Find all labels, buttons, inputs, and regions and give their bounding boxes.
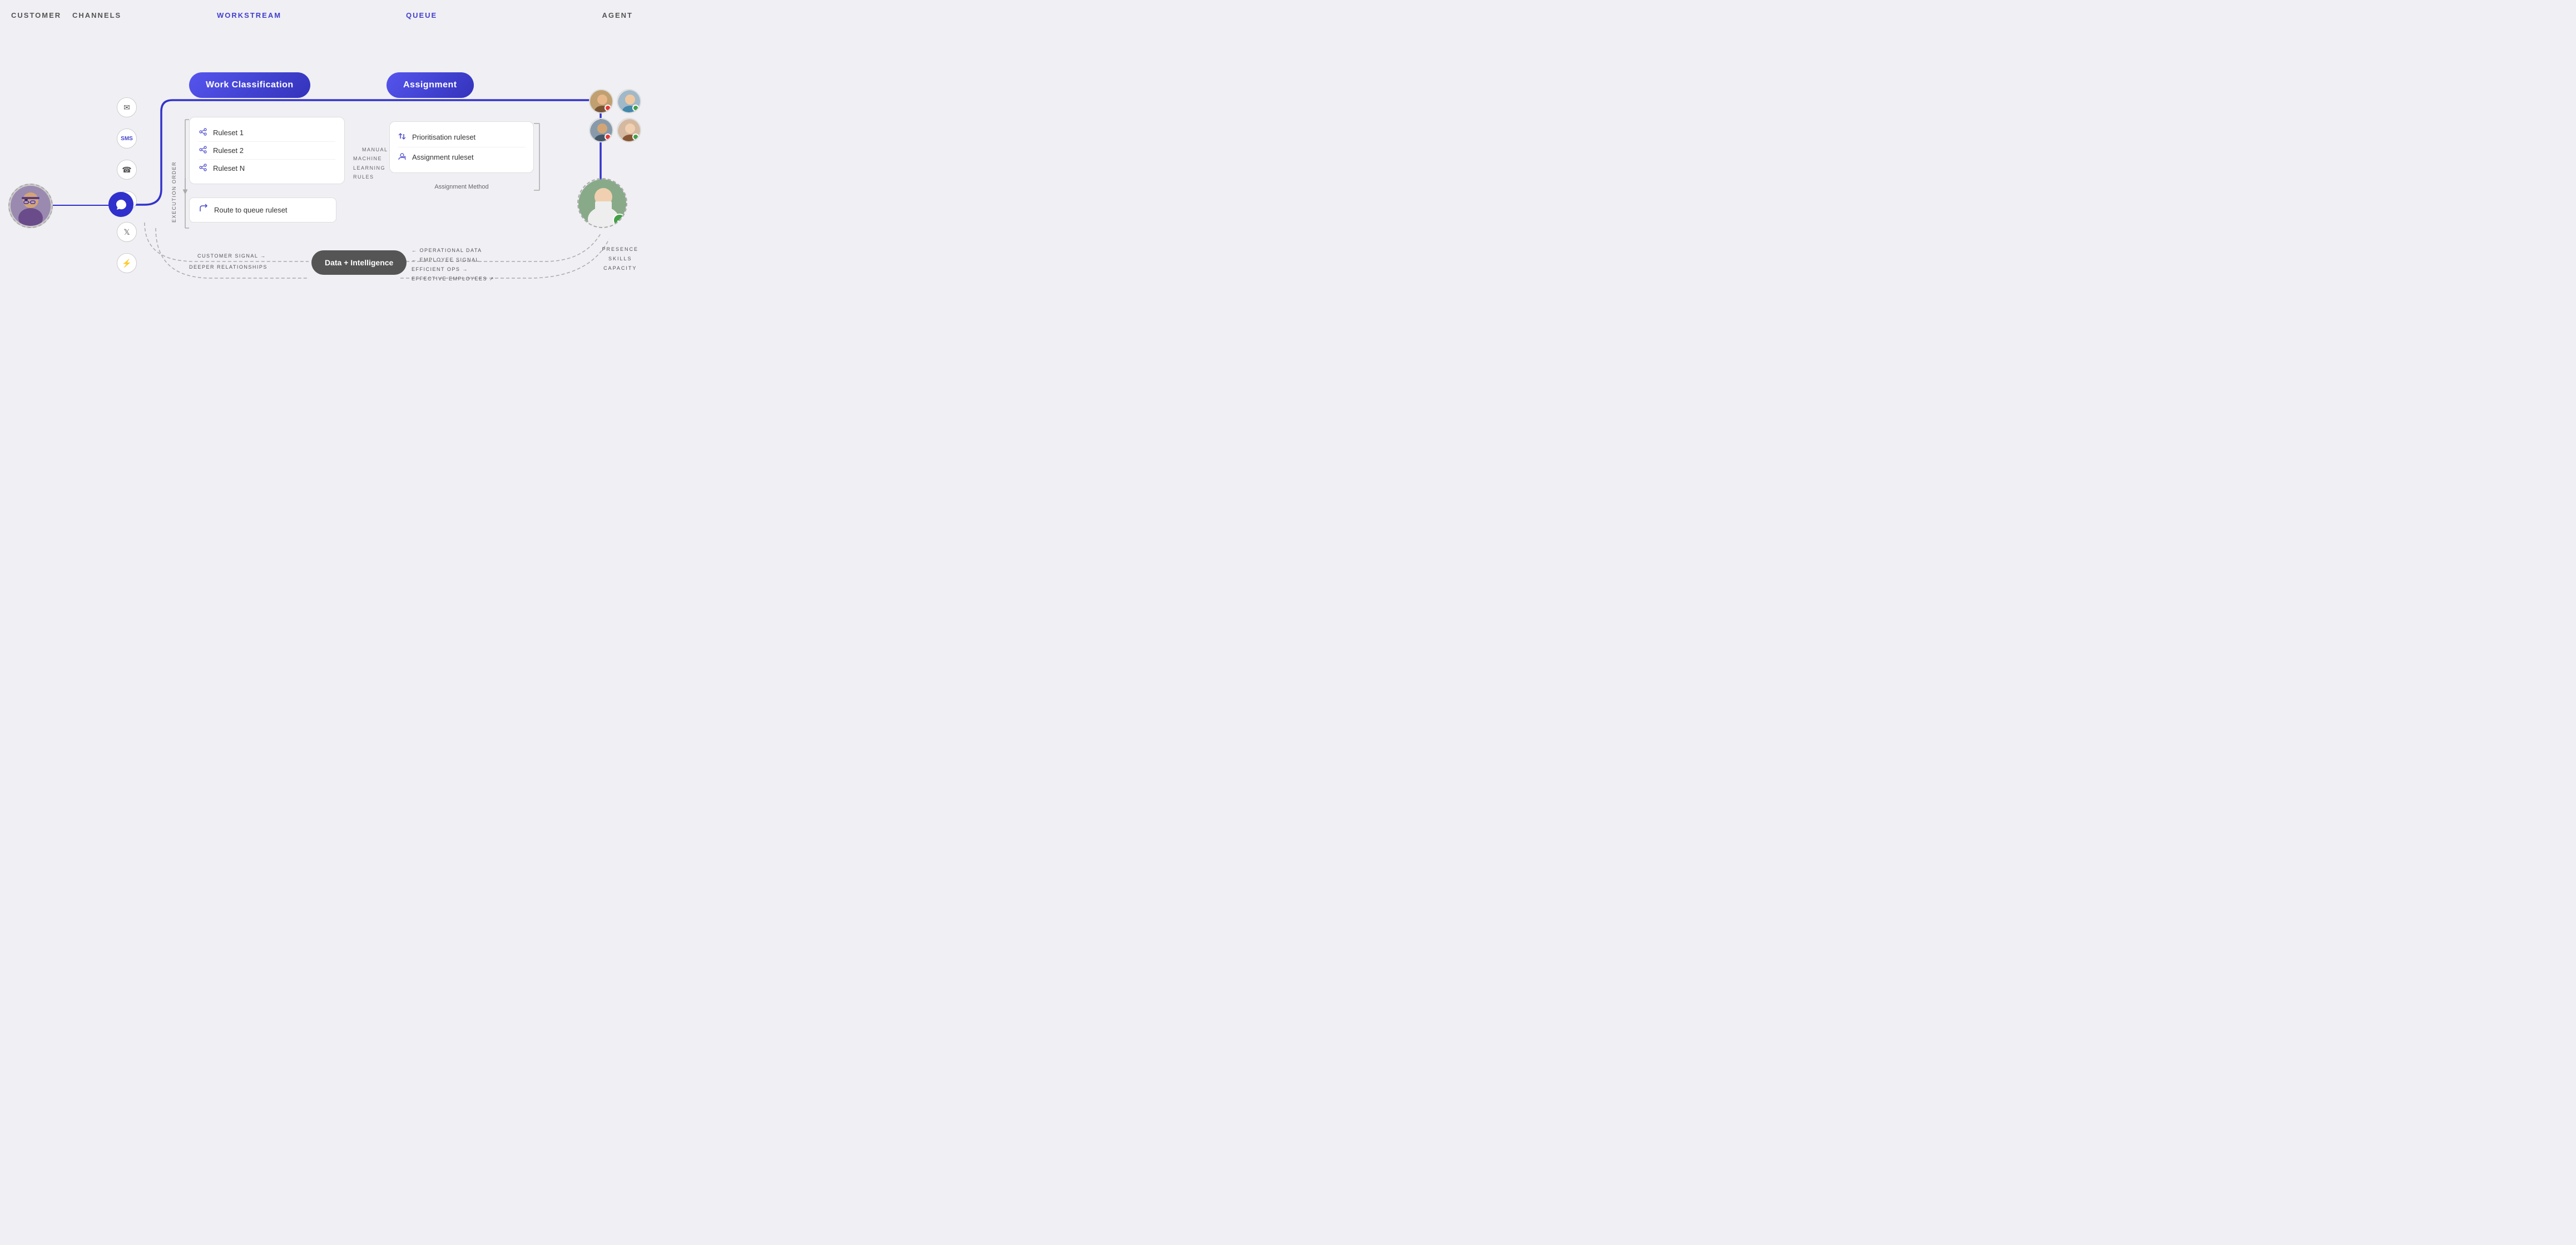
- assignment-ruleset-icon: [398, 152, 407, 162]
- agent-4-status: [632, 134, 639, 140]
- assignment-method-label: Assignment Method: [409, 184, 514, 190]
- execution-order-label: Execution order: [171, 161, 177, 223]
- agent-row-1: [589, 89, 641, 113]
- effective-employees-label: EFFECTIVE EMPLOYEES ↗: [412, 276, 494, 282]
- main-agent-avatar: ✓: [577, 178, 627, 228]
- messenger-channel-icon[interactable]: ⚡: [117, 253, 137, 273]
- twitter-channel-icon[interactable]: 𝕏: [117, 222, 137, 242]
- ruleset-2-icon: [199, 145, 207, 156]
- ruleset-container: Ruleset 1 Ruleset 2: [189, 117, 345, 184]
- agent-row-2: [589, 118, 641, 142]
- phone-channel-icon[interactable]: ☎: [117, 160, 137, 180]
- agent-1-status: [605, 105, 611, 111]
- ruleset-n-icon: [199, 163, 207, 174]
- work-classification-button[interactable]: Work Classification: [189, 72, 310, 98]
- ruleset-1-icon: [199, 127, 207, 138]
- data-intelligence-pill[interactable]: Data + Intelligence: [311, 250, 407, 275]
- efficient-ops-label: EFFICIENT OPS →: [412, 266, 468, 272]
- operational-data-label: ← OPERATIONAL DATA: [412, 248, 482, 253]
- prioritisation-item[interactable]: Prioritisation ruleset: [398, 127, 526, 147]
- route-queue-label: Route to queue ruleset: [214, 206, 288, 214]
- customer-line: [53, 205, 110, 206]
- header-workstream: WORKSTREAM: [217, 11, 281, 19]
- prioritisation-label: Prioritisation ruleset: [412, 133, 475, 141]
- channel-icons: ✉ SMS ☎ 𝕏 ⚡: [117, 97, 137, 273]
- ruleset-2-label: Ruleset 2: [213, 146, 244, 155]
- main-container: CUSTOMER CHANNELS WORKSTREAM QUEUE AGENT: [0, 0, 644, 312]
- agent-2-status: [632, 105, 639, 111]
- sms-channel-icon[interactable]: SMS: [117, 129, 137, 149]
- assignment-method-container: Prioritisation ruleset Assignment rulese…: [389, 121, 534, 173]
- header-customer: CUSTOMER: [11, 11, 61, 19]
- agent-avatar-3: [589, 118, 613, 142]
- header-channels: CHANNELS: [72, 11, 121, 19]
- assignment-button[interactable]: Assignment: [387, 72, 474, 98]
- route-icon: [199, 204, 209, 216]
- employee-signal-label: ← EMPLOYEE SIGNAL: [412, 257, 479, 263]
- ruleset-item-n[interactable]: Ruleset N: [199, 160, 335, 177]
- email-channel-icon[interactable]: ✉: [117, 97, 137, 117]
- ruleset-n-label: Ruleset N: [213, 164, 245, 172]
- ruleset-item-1[interactable]: Ruleset 1: [199, 124, 335, 142]
- agent-avatar-2: [617, 89, 641, 113]
- assignment-ruleset-label: Assignment ruleset: [412, 153, 474, 161]
- ml-rules-label: MANUAL + MACHINE LEARNING RULES: [353, 136, 394, 190]
- chat-bubble-icon: [108, 192, 133, 217]
- prioritisation-icon: [398, 132, 407, 142]
- assignment-ruleset-item[interactable]: Assignment ruleset: [398, 147, 526, 167]
- agent-avatar-4: [617, 118, 641, 142]
- agent-avatars-group: [589, 89, 641, 142]
- agent-avatar-1: [589, 89, 613, 113]
- ruleset-item-2[interactable]: Ruleset 2: [199, 142, 335, 160]
- deeper-relationships-label: DEEPER RELATIONSHIPS: [189, 264, 267, 270]
- agent-3-status: [605, 134, 611, 140]
- agent-labels: PRESENCE SKILLS CAPACITY: [602, 245, 638, 273]
- header-queue: QUEUE: [406, 11, 437, 19]
- ruleset-1-label: Ruleset 1: [213, 129, 244, 137]
- customer-signal-label: CUSTOMER SIGNAL →: [197, 253, 266, 259]
- customer-avatar: [8, 184, 53, 228]
- route-to-queue[interactable]: Route to queue ruleset: [189, 197, 336, 223]
- header-agent: AGENT: [602, 11, 633, 19]
